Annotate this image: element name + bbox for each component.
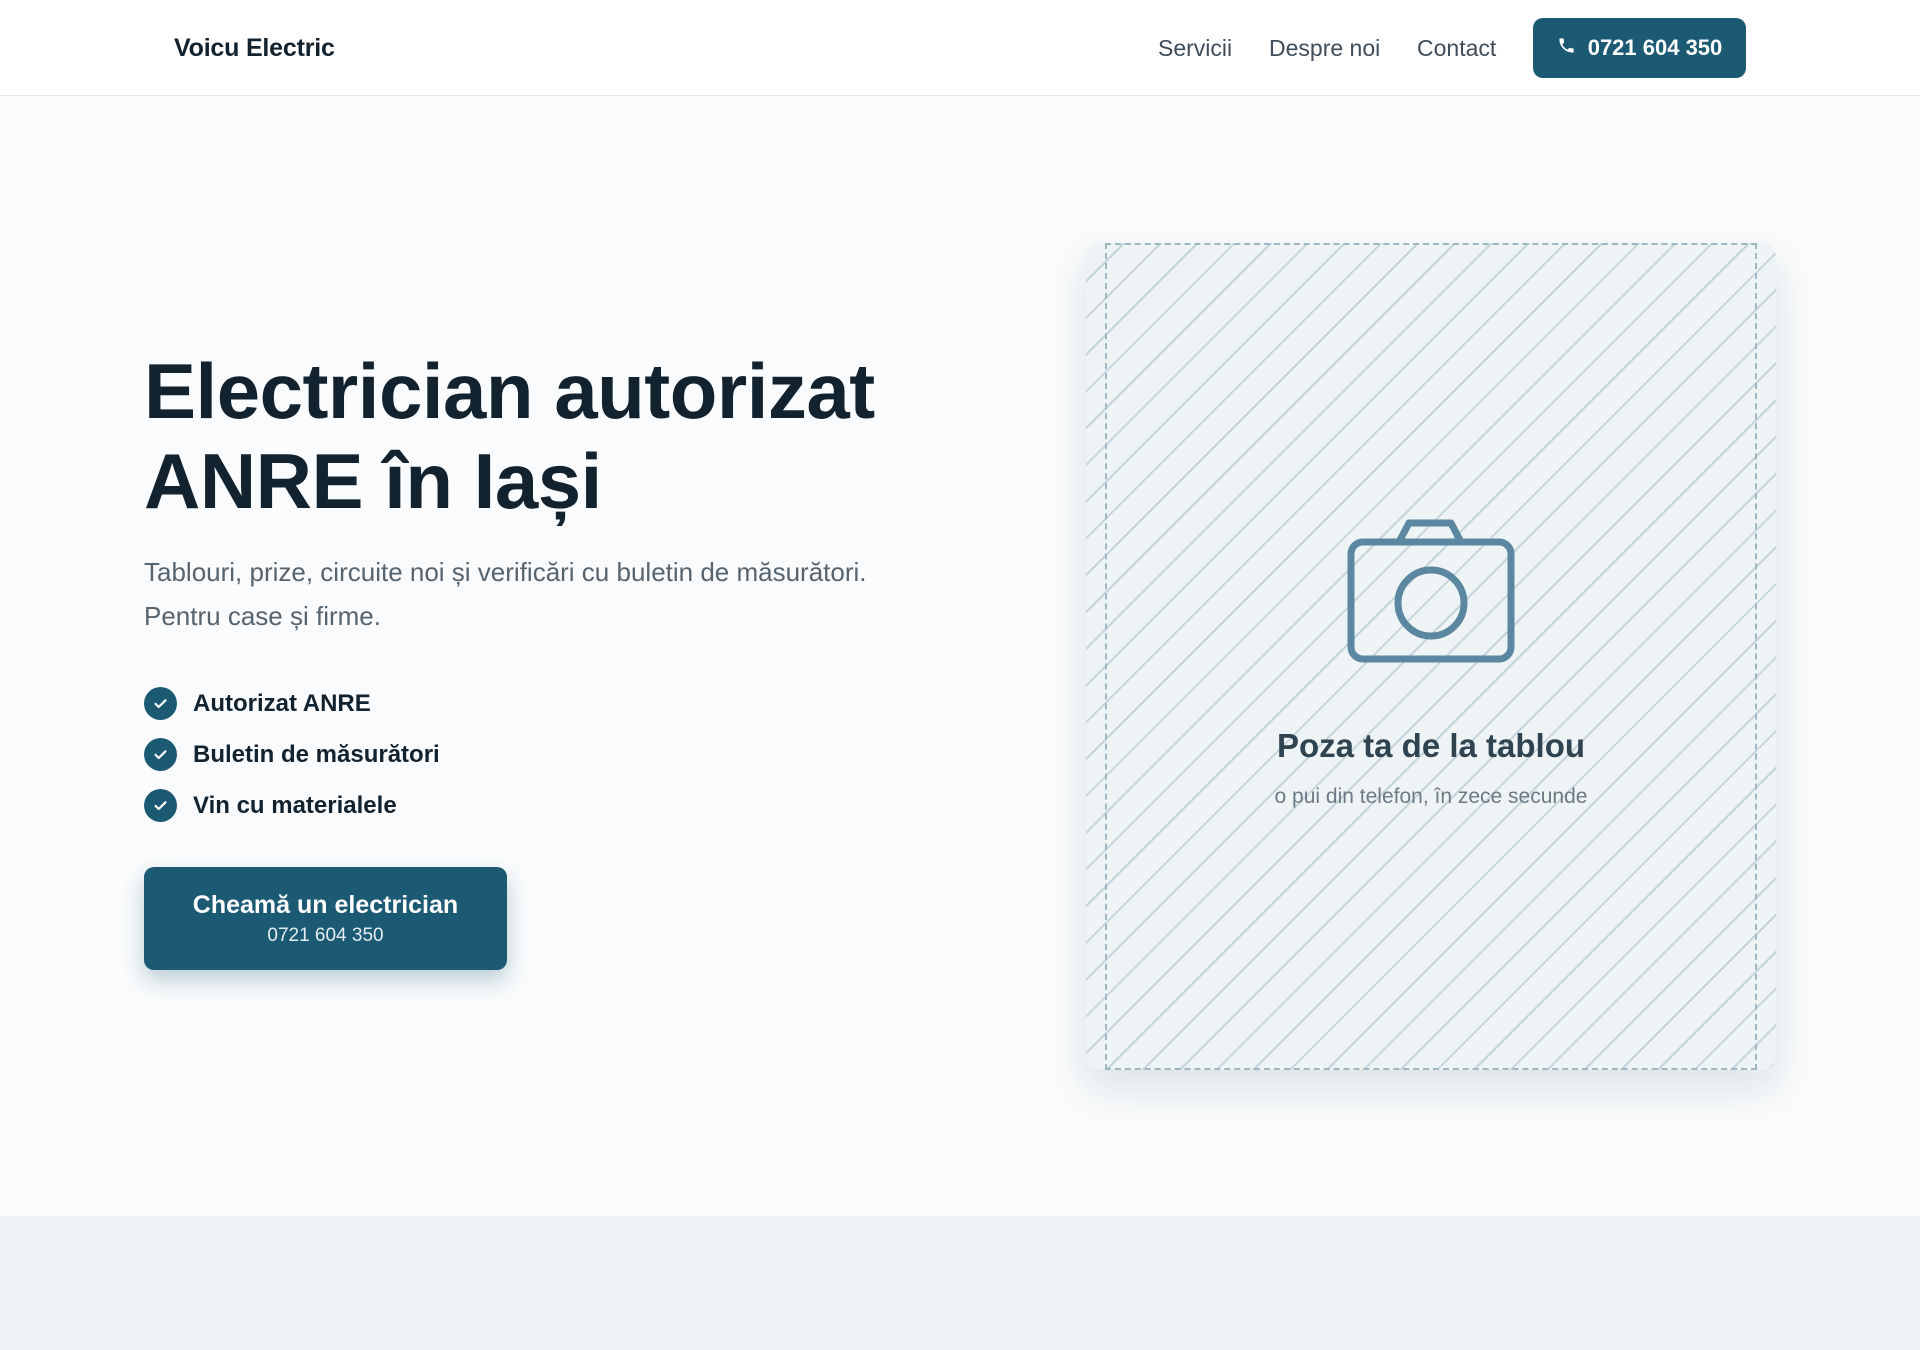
photo-subtitle: o pui din telefon, în zece secunde — [1274, 785, 1588, 808]
header-phone-button[interactable]: 0721 604 350 — [1533, 18, 1746, 78]
feature-label: Vin cu materialele — [193, 791, 397, 819]
feature-item: Buletin de măsurători — [144, 729, 440, 780]
cta-label: Cheamă un electrician — [192, 890, 459, 919]
nav-link-despre-noi[interactable]: Despre noi — [1269, 35, 1380, 62]
brand-logo[interactable]: Voicu Electric — [174, 34, 335, 63]
feature-item: Autorizat ANRE — [144, 678, 440, 729]
hero-subtitle-line-2: Pentru case și firme. — [144, 601, 381, 631]
phone-icon — [1557, 35, 1576, 61]
nav-link-contact[interactable]: Contact — [1417, 35, 1496, 62]
next-section-band — [0, 1216, 1920, 1350]
photo-title: Poza ta de la tablou — [1276, 727, 1586, 764]
nav-link-servicii[interactable]: Servicii — [1158, 35, 1232, 62]
hero-title-line-2: ANRE în Iași — [144, 437, 602, 525]
call-electrician-button[interactable]: Cheamă un electrician 0721 604 350 — [144, 867, 507, 970]
photo-placeholder[interactable]: Poza ta de la tablou o pui din telefon, … — [1086, 243, 1776, 1070]
check-icon — [144, 789, 177, 822]
cta-phone-number: 0721 604 350 — [267, 924, 384, 946]
hero-title-line-1: Electrician autorizat — [144, 347, 875, 435]
check-icon — [144, 687, 177, 720]
camera-icon — [1347, 516, 1515, 664]
hero-title: Electrician autorizat ANRE în Iași — [144, 346, 964, 526]
hero-subtitle: Tablouri, prize, circuite noi și verific… — [144, 550, 944, 638]
feature-label: Buletin de măsurători — [193, 740, 440, 768]
feature-item: Vin cu materialele — [144, 780, 440, 831]
header-phone-number: 0721 604 350 — [1587, 35, 1723, 60]
check-icon — [144, 738, 177, 771]
site-header: Voicu Electric Servicii Despre noi Conta… — [0, 0, 1920, 96]
hero-subtitle-line-1: Tablouri, prize, circuite noi și verific… — [144, 557, 867, 587]
feature-label: Autorizat ANRE — [193, 689, 371, 717]
feature-list: Autorizat ANRE Buletin de măsurători Vin… — [144, 678, 440, 831]
